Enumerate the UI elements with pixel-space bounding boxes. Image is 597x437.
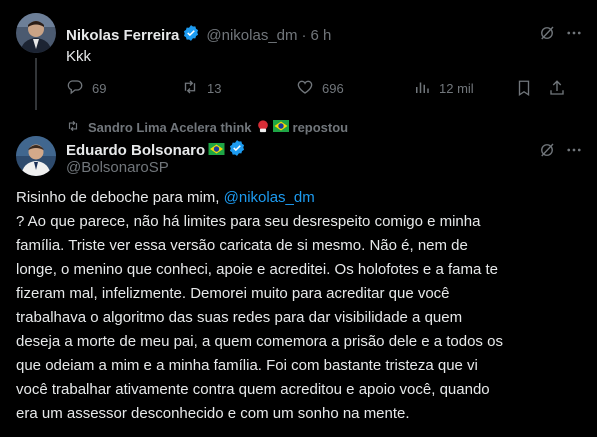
boxing-glove-icon	[256, 119, 270, 136]
reply-icon	[66, 78, 84, 99]
tweet1-header: Nikolas Ferreira @nikolas_dm · 6 h	[66, 24, 331, 47]
author-handle[interactable]: @nikolas_dm	[206, 27, 297, 44]
bookmark-icon[interactable]	[515, 79, 533, 102]
heart-icon	[296, 78, 314, 99]
views-button[interactable]: 12 mil	[413, 78, 474, 99]
verified-badge-icon	[228, 139, 246, 162]
brazil-flag-icon	[272, 120, 289, 135]
reposter-name[interactable]: Sandro Lima Acelera think	[88, 120, 252, 135]
avatar-eduardo[interactable]	[16, 136, 56, 176]
like-count: 696	[322, 81, 344, 96]
brazil-flag-icon	[208, 142, 225, 160]
tweet2-text: Risinho de deboche para mim, @nikolas_dm…	[16, 186, 576, 426]
repost-suffix: repostou	[292, 120, 349, 135]
retweet-count: 13	[207, 81, 222, 96]
share-icon[interactable]	[548, 79, 566, 102]
reply-count: 69	[92, 81, 107, 96]
retweet-button[interactable]: 13	[181, 78, 221, 99]
author-name[interactable]: Eduardo Bolsonaro	[66, 142, 205, 159]
like-button[interactable]: 696	[296, 78, 344, 99]
tweet-time[interactable]: 6 h	[311, 27, 332, 44]
tweet1-text: Kkk	[66, 48, 92, 65]
retweet-icon	[66, 119, 80, 136]
retweet-icon	[181, 78, 199, 99]
author-handle[interactable]: @BolsonaroSP	[66, 159, 169, 176]
verified-badge-icon	[182, 24, 200, 47]
tweet-text-rest: ? Ao que parece, não há limites para seu…	[16, 213, 503, 422]
avatar-nikolas[interactable]	[16, 13, 56, 53]
author-name[interactable]: Nikolas Ferreira	[66, 27, 179, 44]
views-count: 12 mil	[439, 81, 474, 96]
grok-icon[interactable]	[538, 141, 556, 164]
separator: ·	[301, 27, 307, 44]
more-icon[interactable]	[565, 24, 583, 47]
views-icon	[413, 78, 431, 99]
thread-line	[35, 58, 37, 110]
mention-link[interactable]: @nikolas_dm	[224, 189, 315, 206]
reply-button[interactable]: 69	[66, 78, 106, 99]
more-icon[interactable]	[565, 141, 583, 164]
tweet-text-start: Risinho de deboche para mim,	[16, 189, 224, 206]
repost-line: Sandro Lima Acelera think repostou	[66, 119, 348, 136]
grok-icon[interactable]	[538, 24, 556, 47]
